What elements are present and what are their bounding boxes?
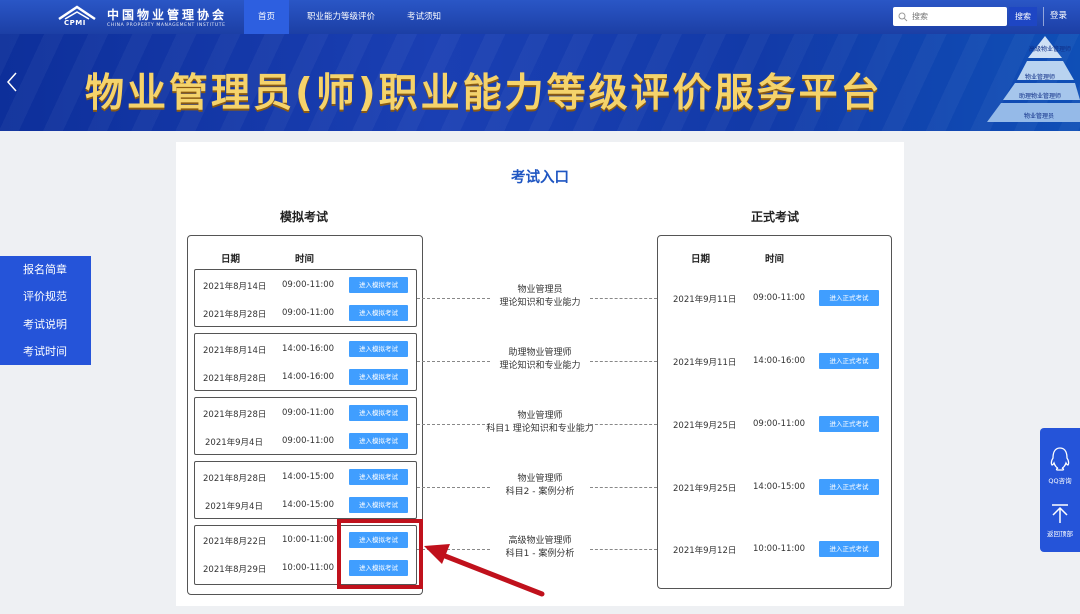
search-icon (898, 12, 908, 21)
formal-date: 2021年9月12日 (673, 546, 737, 556)
mock-time: 09:00-11:00 (282, 308, 335, 318)
page-title: 考试入口 (511, 170, 569, 186)
mock-date: 2021年8月14日 (203, 282, 267, 292)
mock-time: 14:00-15:00 (282, 472, 335, 482)
arrow-up-icon (1052, 504, 1068, 523)
mock-date: 2021年8月22日 (203, 537, 267, 547)
side-menu: 报名简章 评价规范 考试说明 考试时间 (0, 256, 91, 365)
subject-label: 物业管理师 科目1 理论知识和专业能力 (486, 411, 594, 434)
mock-time: 14:00-15:00 (282, 500, 335, 510)
pyramid-label-assistant: 助理物业管理师 (1019, 93, 1062, 100)
logo-chinese-name: 中国物业管理协会 (107, 8, 228, 22)
formal-col-time: 时间 (765, 254, 785, 265)
search-input[interactable] (912, 12, 1002, 21)
formal-date: 2021年9月11日 (673, 358, 737, 368)
banner-title: 物业管理员(师)职业能力等级评价服务平台 (85, 71, 883, 116)
mock-date: 2021年8月14日 (203, 346, 267, 356)
back-to-top[interactable]: 返回顶部 (1040, 502, 1080, 538)
enter-mock-exam-button[interactable]: 进入模拟考试 (349, 369, 408, 385)
enter-mock-exam-button[interactable]: 进入模拟考试 (349, 305, 408, 321)
enter-mock-exam-button[interactable]: 进入模拟考试 (349, 341, 408, 357)
mock-date: 2021年9月4日 (205, 438, 263, 448)
formal-date: 2021年9月25日 (673, 484, 737, 494)
formal-time: 09:00-11:00 (753, 419, 806, 429)
formal-time: 10:00-11:00 (753, 544, 806, 554)
mock-col-date: 日期 (221, 254, 241, 265)
mock-time: 09:00-11:00 (282, 408, 335, 418)
formal-date: 2021年9月25日 (673, 421, 737, 431)
enter-formal-exam-button[interactable]: 进入正式考试 (819, 479, 879, 495)
hero-banner: 物业管理员(师)职业能力等级评价服务平台 高级物业管理师 物业管理师 助理物业管… (0, 34, 1080, 131)
login-link[interactable]: 登录 (1043, 7, 1067, 26)
nav-exam-notice[interactable]: 考试须知 (393, 0, 455, 34)
qq-consult-label: QQ咨询 (1048, 477, 1072, 485)
red-arrow-icon (424, 544, 545, 597)
mock-exam-title: 模拟考试 (280, 210, 329, 224)
search-box (893, 7, 1007, 26)
mock-date: 2021年8月29日 (203, 565, 267, 575)
mock-time: 09:00-11:00 (282, 436, 335, 446)
formal-time: 09:00-11:00 (753, 293, 806, 303)
formal-time: 14:00-15:00 (753, 482, 806, 492)
mock-time: 10:00-11:00 (282, 563, 335, 573)
enter-mock-exam-button[interactable]: 进入模拟考试 (349, 469, 408, 485)
mock-date: 2021年8月28日 (203, 410, 267, 420)
side-item-evaluation-rules[interactable]: 评价规范 (0, 283, 91, 310)
enter-formal-exam-button[interactable]: 进入正式考试 (819, 541, 879, 557)
formal-date: 2021年9月11日 (673, 295, 737, 305)
formal-col-date: 日期 (691, 254, 711, 265)
nav-evaluation[interactable]: 职业能力等级评价 (293, 0, 389, 34)
site-logo[interactable]: CPMI 中国物业管理协会 CHINA PROPERTY MANAGEMENT … (55, 4, 227, 30)
subject-label: 物业管理师 科目2 - 案例分析 (505, 474, 575, 497)
chevron-left-icon[interactable] (6, 72, 18, 92)
logo-mark-text: CPMI (64, 19, 86, 27)
side-item-exam-instructions[interactable]: 考试说明 (0, 311, 91, 338)
mock-date: 2021年9月4日 (205, 502, 263, 512)
highlight-box (337, 519, 423, 589)
mock-time: 14:00-16:00 (282, 372, 335, 382)
mock-time: 09:00-11:00 (282, 280, 335, 290)
cpmi-logo-icon: CPMI (55, 5, 99, 29)
search-button[interactable]: 搜索 (1009, 7, 1037, 26)
nav-home[interactable]: 首页 (244, 0, 290, 34)
side-item-exam-time[interactable]: 考试时间 (0, 338, 91, 365)
qq-consult[interactable]: QQ咨询 (1040, 446, 1080, 485)
exam-entry-card: 考试入口 模拟考试 正式考试 日期 时间 日期 时间 2021年8月14日 09… (176, 142, 904, 606)
main-nav: 首页 职业能力等级评价 考试须知 (244, 0, 459, 34)
subject-label: 物业管理员 理论知识和专业能力 (499, 285, 581, 308)
formal-exam-title: 正式考试 (751, 210, 800, 224)
enter-formal-exam-button[interactable]: 进入正式考试 (819, 416, 879, 432)
mock-date: 2021年8月28日 (203, 310, 267, 320)
back-to-top-label: 返回顶部 (1047, 530, 1073, 538)
mock-col-time: 时间 (295, 254, 315, 265)
floating-actions: QQ咨询 返回顶部 (1040, 428, 1080, 552)
mock-date: 2021年8月28日 (203, 374, 267, 384)
top-navbar: CPMI 中国物业管理协会 CHINA PROPERTY MANAGEMENT … (0, 0, 1080, 34)
formal-time: 14:00-16:00 (753, 356, 806, 366)
pyramid-label-manager: 物业管理师 (1025, 74, 1056, 81)
mock-time: 14:00-16:00 (282, 344, 335, 354)
formal-exam-panel (657, 235, 892, 589)
pyramid-label-senior: 高级物业管理师 (1029, 46, 1072, 53)
side-item-registration[interactable]: 报名简章 (0, 256, 91, 283)
logo-english-name: CHINA PROPERTY MANAGEMENT INSTITUTE (107, 23, 226, 28)
qq-icon (1050, 447, 1070, 471)
mock-time: 10:00-11:00 (282, 535, 335, 545)
enter-mock-exam-button[interactable]: 进入模拟考试 (349, 405, 408, 421)
enter-formal-exam-button[interactable]: 进入正式考试 (819, 290, 879, 306)
enter-mock-exam-button[interactable]: 进入模拟考试 (349, 433, 408, 449)
enter-formal-exam-button[interactable]: 进入正式考试 (819, 353, 879, 369)
mock-date: 2021年8月28日 (203, 474, 267, 484)
pyramid-label-staff: 物业管理员 (1024, 113, 1055, 120)
subject-label: 助理物业管理师 理论知识和专业能力 (499, 348, 581, 371)
enter-mock-exam-button[interactable]: 进入模拟考试 (349, 277, 408, 293)
enter-mock-exam-button[interactable]: 进入模拟考试 (349, 497, 408, 513)
